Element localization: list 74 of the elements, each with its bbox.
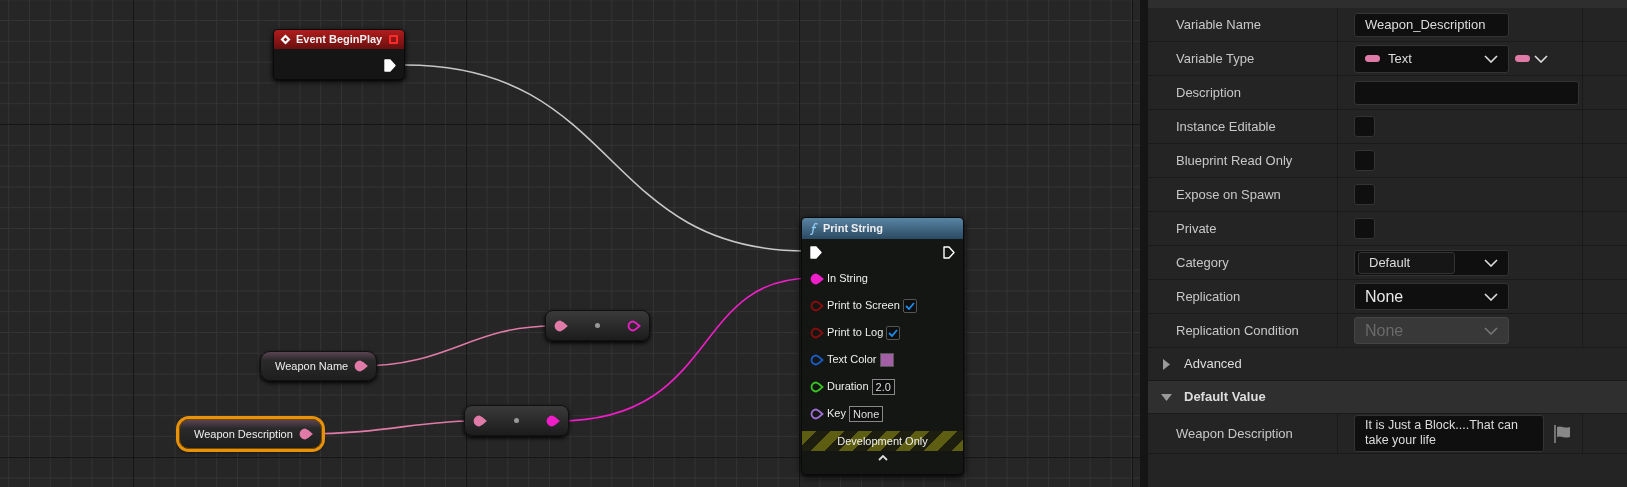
event-icon	[280, 34, 291, 45]
input-field[interactable]: 2.0	[871, 378, 895, 395]
node-title: Print String	[823, 221, 883, 237]
pin-icon[interactable]	[554, 319, 568, 332]
property-label: Variable Type	[1176, 49, 1255, 68]
chevron-down-icon	[1484, 54, 1498, 63]
pin-label: Print to Log	[827, 325, 884, 341]
pin-label: Duration	[827, 379, 869, 395]
property-label: Weapon Description	[1176, 424, 1293, 443]
property-label: Expose on Spawn	[1176, 185, 1281, 204]
stop-icon	[389, 35, 398, 44]
pin-icon[interactable]	[298, 428, 313, 440]
pin-icon[interactable]	[473, 414, 487, 427]
check-icon	[904, 301, 915, 310]
property-label: Instance Editable	[1176, 117, 1276, 136]
text-field[interactable]: Weapon_Description	[1354, 12, 1509, 37]
exec-pin-icon[interactable]	[384, 59, 396, 72]
pin-label: In String	[827, 271, 868, 287]
property-label: Blueprint Read Only	[1176, 151, 1293, 170]
text-field[interactable]	[1354, 80, 1579, 105]
variable-name: Weapon Name	[275, 358, 349, 374]
type-pill-icon	[1515, 55, 1530, 62]
caret-down-icon	[1160, 391, 1172, 403]
property-label: Replication Condition	[1176, 321, 1299, 340]
collapse-caret-icon[interactable]	[877, 455, 888, 461]
flag-icon[interactable]	[1554, 424, 1571, 443]
checkbox[interactable]	[902, 298, 917, 313]
banner-label: Development Only	[837, 433, 928, 449]
function-icon	[810, 222, 818, 235]
property-label: Variable Name	[1176, 15, 1262, 34]
function-node[interactable]: Print String In String Print to Screen Print to Log Text Color Duration 2.0 Key None Development Only	[801, 217, 964, 475]
type-dropdown[interactable]: Text	[1354, 44, 1509, 73]
conversion-node[interactable]	[464, 405, 569, 436]
color-swatch[interactable]	[879, 352, 894, 367]
variable-node[interactable]: Weapon Name	[260, 351, 378, 381]
variable-node[interactable]: Weapon Description	[179, 419, 322, 449]
chevron-down-icon	[1484, 258, 1498, 267]
chevron-down-icon	[1484, 326, 1498, 335]
pin-label: Key	[827, 406, 846, 422]
input-field[interactable]: None	[848, 405, 884, 422]
pin-label: Print to Screen	[827, 298, 900, 314]
property-label: Description	[1176, 83, 1242, 102]
pin-icon[interactable]	[810, 380, 824, 393]
property-label: Category	[1176, 253, 1229, 272]
checkbox[interactable]	[1354, 150, 1375, 171]
pin-icon[interactable]	[354, 360, 369, 372]
graph-canvas[interactable]: Event BeginPlay Weapon Name Weapon Description Print String In String Print to Screen Print to Log Text Color Duration 2.0 Key None Development Only	[0, 0, 1140, 487]
pin-label: Text Color	[827, 352, 877, 368]
checkbox[interactable]	[1354, 116, 1375, 137]
event-node[interactable]: Event BeginPlay	[273, 29, 405, 80]
pin-icon[interactable]	[546, 414, 560, 427]
text-area[interactable]: It is Just a Block....That can take your life	[1354, 415, 1544, 452]
check-icon	[888, 328, 899, 337]
chevron-down-icon	[1484, 292, 1498, 301]
conversion-node[interactable]	[545, 310, 650, 341]
pin-icon[interactable]	[810, 407, 824, 420]
type-pill-icon	[1365, 55, 1380, 62]
checkbox[interactable]	[1354, 218, 1375, 239]
section-header[interactable]: Default Value	[1148, 381, 1627, 414]
variable-name: Weapon Description	[194, 426, 293, 442]
pin-icon[interactable]	[810, 272, 824, 285]
pin-icon[interactable]	[627, 319, 641, 332]
container-type-dropdown[interactable]	[1515, 54, 1548, 63]
exec-pin-icon[interactable]	[810, 245, 822, 259]
dropdown[interactable]: None	[1354, 283, 1509, 310]
category-combo-box[interactable]: Default	[1354, 249, 1509, 276]
caret-right-icon	[1160, 358, 1172, 370]
checkbox[interactable]	[1354, 184, 1375, 205]
exec-pin-icon[interactable]	[943, 245, 955, 259]
node-title: Event BeginPlay	[296, 32, 384, 48]
property-label: Private	[1176, 219, 1217, 238]
checkbox[interactable]	[886, 325, 901, 340]
property-label: Replication	[1176, 287, 1241, 306]
chevron-down-icon	[1534, 54, 1548, 63]
